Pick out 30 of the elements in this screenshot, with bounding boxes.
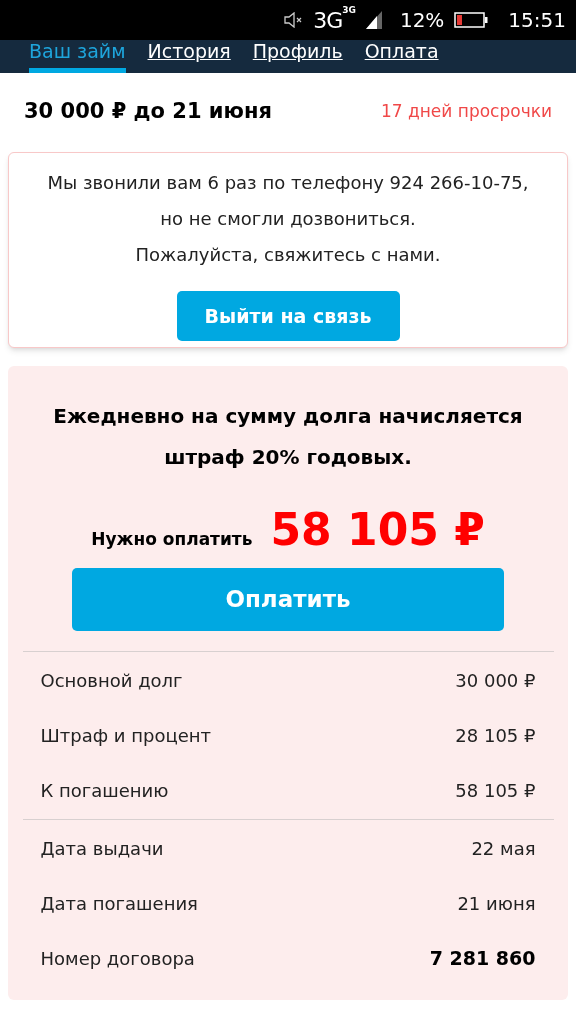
mute-icon xyxy=(283,12,304,28)
detail-label: Штраф и процент xyxy=(40,724,211,748)
detail-label: Дата погашения xyxy=(40,892,198,916)
detail-value: 28 105 ₽ xyxy=(455,724,536,748)
detail-value: 30 000 ₽ xyxy=(455,669,536,693)
overdue-label: 17 дней просрочки xyxy=(380,99,552,123)
loan-title: 30 000 ₽ до 21 июня xyxy=(24,97,272,125)
detail-label: Основной долг xyxy=(40,669,183,693)
tab[interactable]: Профиль xyxy=(252,41,343,73)
tab[interactable]: Ваш займ xyxy=(29,41,126,73)
tab[interactable]: Оплата xyxy=(364,41,439,73)
detail-value: 22 мая xyxy=(471,837,536,861)
network-label: 3G xyxy=(342,3,356,17)
amount-label: Нужно оплатить xyxy=(91,527,253,551)
amount-due: 58 105 ₽ xyxy=(270,503,485,557)
detail-label: К погашению xyxy=(40,779,169,803)
penalty-warning: Ежедневно на сумму долга начисляется штраф 20% годовых. xyxy=(52,403,524,471)
clock-time: 15:51 xyxy=(508,7,566,34)
battery-icon xyxy=(454,12,489,28)
network-label: 3G xyxy=(313,6,343,35)
alert-text: Мы звонили вам 6 раз по телефону 924 266-10-75, но не смогли дозвониться. xyxy=(46,171,530,231)
battery-percent: 12% xyxy=(399,7,445,34)
detail-value: 7 281 860 xyxy=(429,946,536,972)
signal-icon xyxy=(365,11,382,29)
detail-value: 21 июня xyxy=(457,892,536,916)
detail-label: Номер договора xyxy=(40,947,195,971)
tab[interactable]: История xyxy=(147,41,231,73)
detail-value: 58 105 ₽ xyxy=(455,779,536,803)
detail-label: Дата выдачи xyxy=(40,837,164,861)
alert-text: Пожалуйста, свяжитесь с нами. xyxy=(135,243,441,267)
